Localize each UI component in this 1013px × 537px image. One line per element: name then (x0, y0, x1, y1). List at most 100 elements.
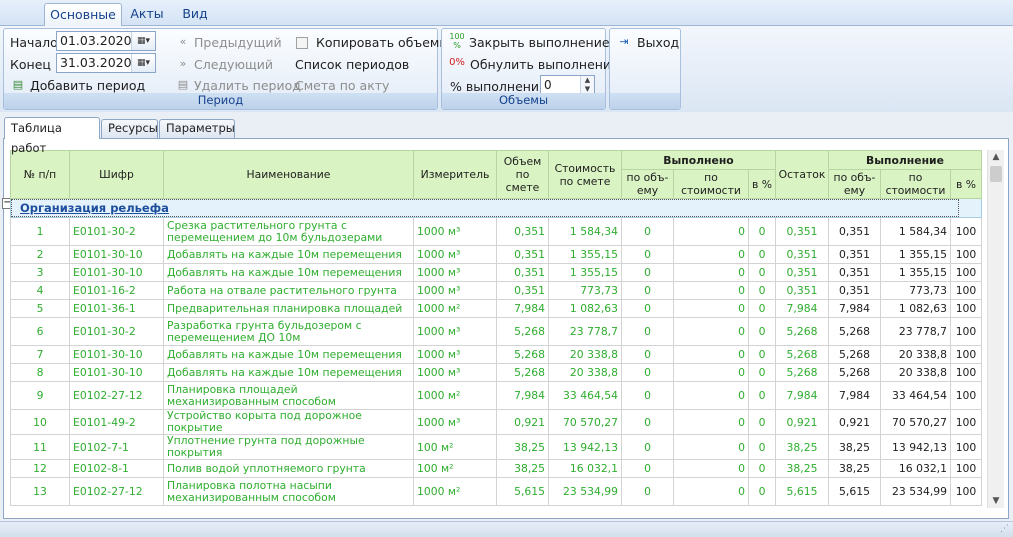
stepper-arrows-icon[interactable]: ▲ ▼ (580, 76, 594, 94)
row-done-vol[interactable]: 0 (621, 263, 674, 282)
row-vol-est[interactable]: 38,25 (496, 459, 549, 478)
row-rest[interactable]: 0,351 (775, 263, 829, 282)
period-list-button[interactable]: Список периодов (295, 57, 409, 72)
row-vol-est[interactable]: 38,25 (496, 434, 549, 460)
col-header-exec-pct[interactable]: в % (950, 169, 982, 199)
row-exec-cost[interactable]: 773,73 (880, 281, 951, 300)
row-exec-vol[interactable]: 7,984 (828, 381, 881, 410)
prev-button[interactable]: Предыдущий (194, 35, 282, 50)
row-done-pct[interactable]: 0 (748, 459, 776, 478)
row-exec-pct[interactable]: 100 (950, 434, 982, 460)
row-rest[interactable]: 5,268 (775, 363, 829, 382)
row-unit[interactable]: 100 м² (413, 434, 497, 460)
row-name[interactable]: Добавлять на каждые 10м перемещения (163, 345, 414, 364)
scroll-up-icon[interactable]: ▲ (988, 150, 1004, 164)
row-name[interactable]: Работа на отвале растительного грунта (163, 281, 414, 300)
col-header-exec-vol[interactable]: по объ-ему (828, 169, 881, 199)
row-unit[interactable]: 1000 м³ (413, 281, 497, 300)
row-code[interactable]: Е0101-30-2 (69, 317, 164, 346)
next-button[interactable]: Следующий (194, 57, 273, 72)
table-row[interactable]: 7 Е0101-30-10 Добавлять на каждые 10м пере… (10, 345, 982, 364)
add-period-button[interactable]: Добавить период (30, 78, 145, 93)
row-rest[interactable]: 0,351 (775, 245, 829, 264)
row-done-vol[interactable]: 0 (621, 409, 674, 435)
row-done-cost[interactable]: 0 (673, 363, 749, 382)
exit-button[interactable]: Выход (637, 35, 679, 50)
row-code[interactable]: Е0102-27-12 (69, 477, 164, 506)
row-exec-vol[interactable]: 0,351 (828, 217, 881, 246)
row-exec-vol[interactable]: 5,268 (828, 317, 881, 346)
copy-volumes-checkbox[interactable] (296, 37, 308, 49)
row-exec-vol[interactable]: 5,268 (828, 363, 881, 382)
row-done-vol[interactable]: 0 (621, 299, 674, 318)
col-header-done[interactable]: Выполнено (621, 150, 776, 170)
row-unit[interactable]: 1000 м³ (413, 245, 497, 264)
row-cost-est[interactable]: 1 355,15 (548, 245, 622, 264)
row-done-pct[interactable]: 0 (748, 434, 776, 460)
row-exec-cost[interactable]: 1 355,15 (880, 263, 951, 282)
row-done-pct[interactable]: 0 (748, 409, 776, 435)
row-exec-vol[interactable]: 5,615 (828, 477, 881, 506)
row-name[interactable]: Добавлять на каждые 10м перемещения (163, 263, 414, 282)
table-row[interactable]: 11 Е0102-7-1 Уплотнение грунта под дорожны… (10, 434, 982, 460)
row-exec-cost[interactable]: 13 942,13 (880, 434, 951, 460)
tab-parameters[interactable]: Параметры (159, 119, 235, 138)
col-header-name[interactable]: Наименование (163, 150, 414, 199)
row-vol-est[interactable]: 0,351 (496, 263, 549, 282)
table-row[interactable]: 10 Е0101-49-2 Устройство корыта под дорожн… (10, 409, 982, 435)
row-vol-est[interactable]: 0,351 (496, 245, 549, 264)
row-rest[interactable]: 7,984 (775, 299, 829, 318)
row-done-vol[interactable]: 0 (621, 317, 674, 346)
ribbon-tab-acts[interactable]: Акты (126, 3, 168, 26)
row-exec-cost[interactable]: 16 032,1 (880, 459, 951, 478)
resize-grip-icon[interactable]: ⋰ (1000, 524, 1009, 534)
row-done-cost[interactable]: 0 (673, 317, 749, 346)
table-row[interactable]: 13 Е0102-27-12 Планировка полотна насыпи м… (10, 477, 982, 506)
row-exec-pct[interactable]: 100 (950, 459, 982, 478)
row-exec-pct[interactable]: 100 (950, 317, 982, 346)
row-num[interactable]: 13 (10, 477, 70, 506)
row-name[interactable]: Добавлять на каждые 10м перемещения (163, 245, 414, 264)
table-row[interactable]: 3 Е0101-30-10 Добавлять на каждые 10м пере… (10, 263, 982, 282)
row-exec-pct[interactable]: 100 (950, 381, 982, 410)
row-exec-cost[interactable]: 23 778,7 (880, 317, 951, 346)
row-done-cost[interactable]: 0 (673, 434, 749, 460)
row-done-pct[interactable]: 0 (748, 381, 776, 410)
row-code[interactable]: Е0101-49-2 (69, 409, 164, 435)
row-cost-est[interactable]: 70 570,27 (548, 409, 622, 435)
row-code[interactable]: Е0101-16-2 (69, 281, 164, 300)
row-exec-vol[interactable]: 0,351 (828, 245, 881, 264)
row-rest[interactable]: 38,25 (775, 434, 829, 460)
row-vol-est[interactable]: 0,921 (496, 409, 549, 435)
row-code[interactable]: Е0101-30-10 (69, 363, 164, 382)
row-done-vol[interactable]: 0 (621, 477, 674, 506)
tab-resources[interactable]: Ресурсы (101, 119, 158, 138)
row-vol-est[interactable]: 7,984 (496, 381, 549, 410)
row-name[interactable]: Планировка площадей механизированным спо… (163, 381, 414, 410)
row-rest[interactable]: 5,268 (775, 345, 829, 364)
exec-pct-stepper[interactable]: 0 ▲ ▼ (540, 75, 595, 95)
row-name[interactable]: Разработка грунта бульдозером с перемеще… (163, 317, 414, 346)
row-num[interactable]: 4 (10, 281, 70, 300)
row-num[interactable]: 8 (10, 363, 70, 382)
col-header-rest[interactable]: Остаток (775, 150, 829, 199)
row-rest[interactable]: 0,351 (775, 217, 829, 246)
row-vol-est[interactable]: 5,268 (496, 317, 549, 346)
row-name[interactable]: Срезка растительного грунта с перемещени… (163, 217, 414, 246)
row-done-pct[interactable]: 0 (748, 363, 776, 382)
row-exec-pct[interactable]: 100 (950, 263, 982, 282)
close-exec-button[interactable]: Закрыть выполнение (469, 35, 610, 50)
row-num[interactable]: 5 (10, 299, 70, 318)
row-name[interactable]: Добавлять на каждые 10м перемещения (163, 363, 414, 382)
row-unit[interactable]: 1000 м² (413, 299, 497, 318)
row-rest[interactable]: 38,25 (775, 459, 829, 478)
row-done-pct[interactable]: 0 (748, 345, 776, 364)
row-unit[interactable]: 1000 м² (413, 477, 497, 506)
col-header-vol-est[interactable]: Объем по смете (496, 150, 549, 199)
row-cost-est[interactable]: 16 032,1 (548, 459, 622, 478)
row-done-vol[interactable]: 0 (621, 363, 674, 382)
row-unit[interactable]: 1000 м³ (413, 363, 497, 382)
row-done-cost[interactable]: 0 (673, 281, 749, 300)
row-num[interactable]: 2 (10, 245, 70, 264)
row-done-pct[interactable]: 0 (748, 245, 776, 264)
